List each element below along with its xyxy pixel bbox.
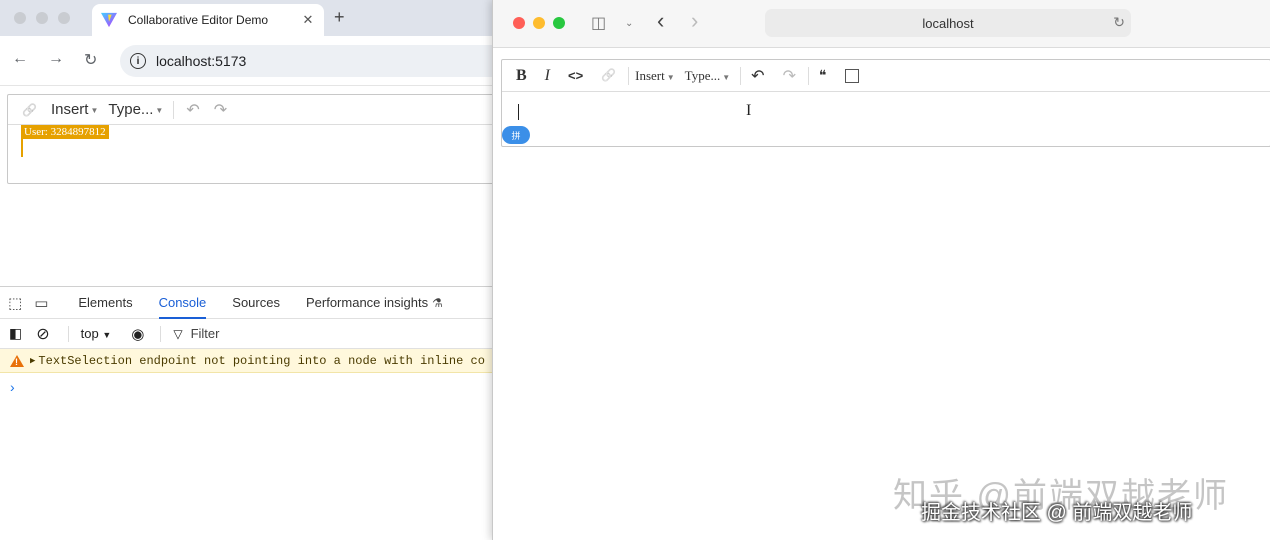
- text-cursor: [518, 104, 519, 120]
- safari-toolbar: ◫ ⌄ ‹ › localhost ↻: [493, 0, 1270, 48]
- url-bar[interactable]: i localhost:5173: [120, 45, 492, 77]
- caret-down-icon: ▼: [90, 105, 99, 115]
- tab-close-icon[interactable]: ✕: [300, 12, 316, 28]
- tab-title: Collaborative Editor Demo: [128, 13, 269, 27]
- eye-icon[interactable]: ◉: [131, 325, 144, 343]
- forward-button[interactable]: ›: [691, 8, 698, 34]
- type-label: Type...: [108, 101, 154, 118]
- italic-button[interactable]: I: [545, 67, 550, 85]
- vite-logo-icon: [101, 12, 117, 28]
- code-button[interactable]: <>: [568, 68, 583, 83]
- caret-down-icon: ▼: [666, 72, 675, 82]
- close-window-button[interactable]: [14, 12, 26, 24]
- editor-toolbar: 🔗 Insert ▼ Type... ▼ ↶ ↷: [8, 95, 492, 125]
- console-warning-row[interactable]: ! ▶ TextSelection endpoint not pointing …: [0, 349, 492, 373]
- collab-editor-right: B I <> 🔗 Insert ▼ Type... ▼ ↶ ↷ ❝ I 拼: [501, 59, 1270, 147]
- reload-button[interactable]: ↻: [84, 50, 97, 70]
- reload-button[interactable]: ↻: [1113, 14, 1125, 31]
- expand-triangle-icon[interactable]: ▶: [30, 356, 35, 366]
- browser-tab[interactable]: Collaborative Editor Demo ✕: [92, 4, 324, 36]
- back-button[interactable]: ←: [12, 50, 28, 68]
- redo-icon[interactable]: ↷: [783, 66, 796, 85]
- url-text: localhost:5173: [156, 53, 247, 69]
- new-tab-button[interactable]: +: [334, 7, 345, 28]
- chrome-window: Collaborative Editor Demo ✕ + ← → ↻ i lo…: [0, 0, 492, 540]
- collab-cursor: [21, 139, 23, 157]
- warning-icon: !: [10, 354, 24, 367]
- clear-console-icon[interactable]: ⊘: [36, 324, 49, 344]
- insert-dropdown[interactable]: Insert ▼: [635, 68, 675, 84]
- filter-icon: ▽: [173, 326, 183, 341]
- undo-icon[interactable]: ↶: [751, 66, 764, 85]
- caret-down-icon: ▼: [102, 330, 112, 340]
- editor-content[interactable]: User: 3284897812: [8, 125, 492, 183]
- undo-icon[interactable]: ↶: [186, 100, 199, 120]
- site-info-icon[interactable]: i: [130, 53, 146, 69]
- minimize-window-button[interactable]: [533, 17, 545, 29]
- tab-elements[interactable]: Elements: [78, 287, 132, 319]
- context-selector[interactable]: top ▼: [81, 326, 112, 341]
- editor-toolbar: B I <> 🔗 Insert ▼ Type... ▼ ↶ ↷ ❝: [502, 60, 1270, 92]
- toolbar-divider: [740, 66, 742, 85]
- context-label: top: [80, 326, 99, 341]
- tab-performance-insights[interactable]: Performance insights: [306, 287, 428, 319]
- watermark-juejin: 掘金技术社区 @ 前端双越老师: [921, 502, 1193, 524]
- caret-down-icon: ▼: [155, 105, 164, 115]
- devtools-panel: ⬚ ▭ Elements Console Sources Performance…: [0, 286, 492, 540]
- chevron-down-icon[interactable]: ⌄: [625, 18, 633, 29]
- caret-down-icon: ▼: [722, 72, 731, 82]
- zoom-window-button[interactable]: [553, 17, 565, 29]
- type-dropdown[interactable]: Type... ▼: [108, 101, 163, 118]
- safari-window: ◫ ⌄ ‹ › localhost ↻ B I <> 🔗 Insert ▼ Typ…: [492, 0, 1270, 540]
- forward-button[interactable]: →: [48, 50, 64, 68]
- sidebar-icon[interactable]: ◫: [591, 13, 606, 33]
- url-bar[interactable]: localhost ↻: [765, 9, 1131, 37]
- sidebar-toggle-icon[interactable]: ◧: [9, 325, 22, 342]
- close-window-button[interactable]: [513, 17, 525, 29]
- insert-label: Insert: [635, 67, 665, 83]
- select-parent-icon[interactable]: [844, 68, 859, 83]
- toolbar-divider: [67, 325, 69, 342]
- toolbar-divider: [807, 66, 809, 85]
- minimize-window-button[interactable]: [36, 12, 48, 24]
- flask-icon: ⚗: [432, 295, 443, 310]
- tab-sources[interactable]: Sources: [232, 287, 280, 319]
- ime-indicator-badge: 拼: [502, 126, 530, 144]
- tab-console[interactable]: Console: [158, 287, 207, 319]
- editor-content[interactable]: I 拼: [502, 92, 1270, 146]
- toolbar-divider: [160, 325, 162, 342]
- devtools-tabs: ⬚ ▭ Elements Console Sources Performance…: [0, 287, 492, 319]
- insert-dropdown[interactable]: Insert ▼: [51, 101, 98, 118]
- redo-icon[interactable]: ↷: [214, 100, 227, 120]
- ibeam-cursor-icon: I: [746, 102, 752, 119]
- chrome-tab-bar: Collaborative Editor Demo ✕ +: [0, 0, 492, 36]
- insert-label: Insert: [50, 101, 89, 118]
- toolbar-divider: [628, 66, 630, 85]
- toolbar-divider: [173, 100, 175, 119]
- zoom-window-button[interactable]: [58, 12, 70, 24]
- console-toolbar: ◧ ⊘ top ▼ ◉ ▽ Filter: [0, 319, 492, 349]
- quote-icon[interactable]: ❝: [819, 68, 827, 84]
- device-toolbar-icon[interactable]: ▭: [34, 294, 48, 312]
- collab-editor-left: 🔗 Insert ▼ Type... ▼ ↶ ↷ User: 3284897812: [7, 94, 492, 184]
- link-icon[interactable]: 🔗: [22, 103, 37, 117]
- collab-cursor-label: User: 3284897812: [21, 125, 109, 139]
- inspect-element-icon[interactable]: ⬚: [8, 294, 22, 312]
- type-dropdown[interactable]: Type... ▼: [685, 68, 730, 84]
- url-text: localhost: [922, 15, 974, 31]
- filter-input[interactable]: Filter: [191, 326, 220, 341]
- link-icon[interactable]: 🔗: [601, 68, 616, 83]
- type-label: Type...: [684, 67, 721, 83]
- back-button[interactable]: ‹: [657, 8, 664, 34]
- chrome-address-bar: ← → ↻ i localhost:5173: [0, 36, 492, 86]
- console-prompt[interactable]: ›: [10, 379, 492, 395]
- bold-button[interactable]: B: [516, 67, 527, 85]
- console-message: TextSelection endpoint not pointing into…: [38, 353, 485, 368]
